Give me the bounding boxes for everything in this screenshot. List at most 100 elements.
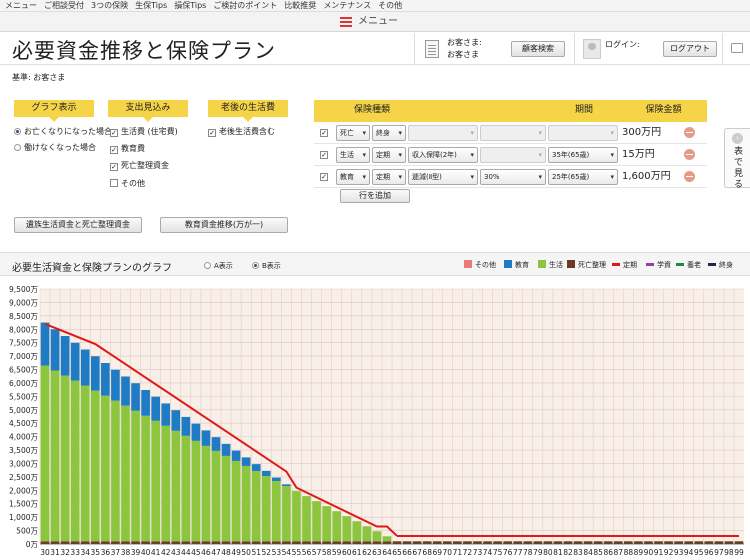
x-tick-label: 40 bbox=[141, 548, 151, 557]
graph-display-button[interactable]: グラフ表示 bbox=[14, 100, 94, 122]
bar-education bbox=[181, 416, 191, 436]
bar-death bbox=[624, 541, 633, 544]
bar-education bbox=[171, 410, 181, 431]
print-button[interactable] bbox=[722, 33, 750, 65]
bar-death bbox=[412, 541, 422, 544]
x-tick-label: 80 bbox=[543, 548, 553, 557]
legend-swatch bbox=[504, 260, 512, 268]
legend-item: 養老 bbox=[676, 260, 701, 270]
retirement-button[interactable]: 老後の生活費 bbox=[208, 100, 288, 122]
subtype-select[interactable]: 逓減(Ⅱ型) bbox=[408, 169, 478, 185]
legend-swatch bbox=[567, 260, 575, 268]
checkbox-other[interactable]: その他 bbox=[110, 178, 145, 190]
rate-select[interactable] bbox=[480, 125, 546, 141]
logout-button[interactable]: ログアウト bbox=[663, 41, 717, 57]
rate-select[interactable] bbox=[480, 147, 546, 163]
bar-death bbox=[704, 541, 714, 544]
period-select[interactable]: 35年(65歳) bbox=[548, 147, 618, 163]
y-tick-label: 2,500万 bbox=[9, 473, 38, 482]
x-tick-label: 52 bbox=[262, 548, 272, 557]
x-tick-label: 35 bbox=[91, 548, 101, 557]
checkbox-funeral[interactable]: ✓ 死亡整理資金 bbox=[110, 160, 169, 172]
remove-row-icon[interactable] bbox=[684, 171, 695, 182]
expense-button[interactable]: 支出見込み bbox=[108, 100, 188, 122]
y-tick-label: 8,500万 bbox=[9, 312, 38, 321]
checkbox-education[interactable]: ✓ 教育費 bbox=[110, 143, 145, 155]
topnav-item[interactable]: 3つの保険 bbox=[91, 0, 128, 11]
radio-icon bbox=[14, 144, 21, 151]
bar-life bbox=[121, 405, 130, 542]
bar-death bbox=[342, 541, 352, 544]
chevron-right-icon: › bbox=[732, 133, 743, 144]
radio-selected-icon bbox=[14, 128, 21, 135]
customer-search-button[interactable]: 顧客検索 bbox=[511, 41, 565, 57]
radio-death[interactable]: お亡くなりになった場合 bbox=[14, 126, 112, 138]
topnav-item[interactable]: 生保Tips bbox=[135, 0, 167, 11]
row-check-icon[interactable]: ✓ bbox=[320, 173, 328, 181]
x-tick-label: 34 bbox=[80, 548, 90, 557]
bar-death bbox=[40, 541, 50, 544]
x-tick-label: 37 bbox=[111, 548, 121, 557]
kind-select[interactable]: 教育 bbox=[336, 169, 370, 185]
topnav-item[interactable]: 比較推奨 bbox=[284, 0, 316, 11]
topnav-item[interactable]: 損保Tips bbox=[174, 0, 206, 11]
survivor-funds-button[interactable]: 遺族生活資金と死亡整理資金 bbox=[14, 217, 142, 233]
bar-life bbox=[251, 470, 261, 542]
legend-swatch bbox=[646, 263, 654, 266]
plan-header-type: 保険種類 bbox=[336, 100, 408, 122]
view-table-tab[interactable]: › 表で見る bbox=[724, 128, 750, 190]
y-tick-label: 1,500万 bbox=[9, 500, 38, 509]
remove-row-icon[interactable] bbox=[684, 127, 695, 138]
subtype-select[interactable] bbox=[408, 125, 478, 141]
kind-select[interactable]: 生活 bbox=[336, 147, 370, 163]
y-tick-label: 5,000万 bbox=[9, 406, 38, 415]
menu-button[interactable]: メニュー bbox=[340, 15, 398, 29]
kind-select[interactable]: 死亡 bbox=[336, 125, 370, 141]
y-tick-label: 0万 bbox=[26, 540, 39, 549]
x-tick-label: 42 bbox=[161, 548, 171, 557]
education-funds-button[interactable]: 教育資金推移(万が一) bbox=[160, 217, 288, 233]
topnav-item[interactable]: ご相談受付 bbox=[44, 0, 84, 11]
row-check-icon[interactable]: ✓ bbox=[320, 129, 328, 137]
x-tick-label: 63 bbox=[372, 548, 382, 557]
x-tick-label: 53 bbox=[272, 548, 282, 557]
display-b-radio[interactable]: B表示 bbox=[252, 261, 281, 271]
bar-death bbox=[422, 541, 432, 544]
add-row-button[interactable]: 行を追加 bbox=[340, 189, 410, 203]
bar-death bbox=[211, 541, 221, 544]
bar-death bbox=[272, 541, 281, 544]
x-tick-label: 75 bbox=[493, 548, 503, 557]
bar-life bbox=[40, 365, 50, 542]
topnav-item[interactable]: メンテナンス bbox=[323, 0, 371, 11]
radio-disability[interactable]: 働けなくなった場合 bbox=[14, 142, 96, 154]
topnav-item[interactable]: その他 bbox=[378, 0, 402, 11]
checkbox-retirement[interactable]: ✓ 老後生活費含む bbox=[208, 126, 275, 138]
subtype-select[interactable]: 収入保障(2年) bbox=[408, 147, 478, 163]
display-a-radio[interactable]: A表示 bbox=[204, 261, 233, 271]
checkbox-living[interactable]: ✓ 生活費 (住宅費) bbox=[110, 126, 178, 138]
legend-label: 生活 bbox=[549, 261, 563, 269]
period-select[interactable]: 25年(65歳) bbox=[548, 169, 618, 185]
amount-value: 300万円 bbox=[622, 127, 662, 138]
term-select[interactable]: 終身 bbox=[372, 125, 406, 141]
x-tick-label: 50 bbox=[241, 548, 251, 557]
remove-row-icon[interactable] bbox=[684, 149, 695, 160]
bar-death bbox=[111, 541, 120, 544]
bar-death bbox=[151, 541, 160, 544]
avatar-icon bbox=[583, 39, 601, 59]
bar-death bbox=[382, 541, 392, 544]
row-check-icon[interactable]: ✓ bbox=[320, 151, 328, 159]
bar-death bbox=[473, 541, 482, 544]
rate-select[interactable]: 30% bbox=[480, 169, 546, 185]
term-select[interactable]: 定期 bbox=[372, 169, 406, 185]
x-tick-label: 76 bbox=[503, 548, 513, 557]
bar-death bbox=[241, 541, 251, 544]
plan-row: ✓ 死亡 終身 300万円 bbox=[314, 122, 707, 144]
legend-swatch bbox=[612, 263, 620, 266]
bar-death bbox=[221, 541, 231, 544]
legend-item: 終身 bbox=[708, 260, 733, 270]
topnav-item[interactable]: ご検討のポイント bbox=[213, 0, 277, 11]
period-select[interactable] bbox=[548, 125, 618, 141]
term-select[interactable]: 定期 bbox=[372, 147, 406, 163]
topnav-item[interactable]: メニュー bbox=[5, 0, 37, 11]
